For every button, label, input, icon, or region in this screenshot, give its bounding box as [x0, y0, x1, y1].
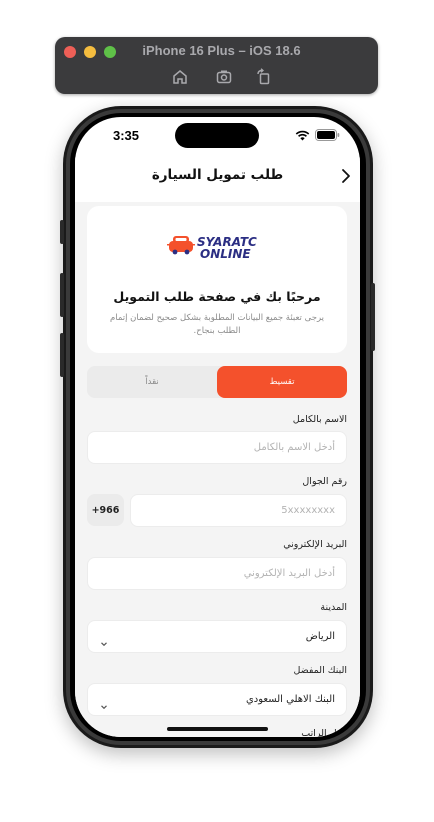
logo-text-bottom: ONLINE — [200, 247, 251, 261]
volume-up-button — [60, 273, 64, 317]
bank-value: البنك الاهلي السعودي — [245, 694, 335, 705]
phone-input[interactable]: 5xxxxxxxx — [130, 494, 347, 527]
welcome-subtitle: يرجى تعبئة جميع البيانات المطلوبة بشكل ص… — [109, 313, 325, 336]
full-name-input[interactable]: أدخل الاسم بالكامل — [87, 431, 347, 464]
navigation-bar: طلب تمويل السيارة — [75, 157, 360, 201]
full-name-placeholder: أدخل الاسم بالكامل — [253, 442, 335, 453]
payment-type-toggle: نقداً تقسيط — [87, 366, 347, 398]
power-button — [371, 283, 375, 351]
dynamic-island — [175, 123, 259, 148]
wifi-icon — [295, 130, 310, 140]
country-code[interactable]: +966 — [87, 494, 124, 526]
email-input[interactable]: أدخل البريد الإلكتروني — [87, 557, 347, 590]
chevron-down-icon — [100, 696, 108, 709]
welcome-card: SYARATC ONLINE مرحبًا بك في صفحة طلب الت… — [87, 206, 347, 353]
rotate-icon[interactable] — [255, 68, 273, 86]
bank-label: البنك المفضل — [293, 665, 347, 676]
city-value: الرياض — [305, 631, 335, 642]
email-placeholder: أدخل البريد الإلكتروني — [243, 568, 335, 579]
syaratc-logo: SYARATC ONLINE — [167, 229, 267, 269]
chevron-down-icon — [100, 633, 108, 646]
bank-select[interactable]: البنك الاهلي السعودي — [87, 683, 347, 716]
phone-label: رقم الجوال — [302, 476, 347, 487]
email-label: البريد الإلكتروني — [283, 539, 347, 550]
screenshot-icon[interactable] — [215, 68, 233, 86]
full-name-label: الاسم بالكامل — [292, 414, 347, 425]
phone-screen: 3:35 طلب تمويل السيارة SYARATC ONLINE مر… — [75, 117, 360, 737]
status-time: 3:35 — [113, 128, 140, 143]
home-icon[interactable] — [171, 68, 189, 86]
action-button — [60, 220, 64, 244]
installment-option[interactable]: تقسيط — [217, 366, 347, 398]
battery-icon — [315, 129, 340, 141]
simulator-title: iPhone 16 Plus – iOS 18.6 — [142, 43, 301, 58]
phone-placeholder: 5xxxxxxxx — [281, 505, 335, 516]
salary-label: دخل الراتب — [301, 728, 347, 737]
status-icons — [295, 129, 340, 141]
volume-down-button — [60, 333, 64, 377]
form-scroll-area[interactable]: SYARATC ONLINE مرحبًا بك في صفحة طلب الت… — [75, 202, 360, 737]
home-indicator[interactable] — [167, 727, 268, 731]
welcome-title: مرحبًا بك في صفحة طلب التمويل — [113, 289, 321, 304]
simulator-title-bar: iPhone 16 Plus – iOS 18.6 — [55, 37, 378, 94]
city-label: المدينة — [320, 602, 347, 613]
city-select[interactable]: الرياض — [87, 620, 347, 653]
chevron-right-icon[interactable] — [339, 167, 353, 185]
page-title: طلب تمويل السيارة — [151, 167, 284, 183]
cash-option[interactable]: نقداً — [87, 366, 217, 398]
